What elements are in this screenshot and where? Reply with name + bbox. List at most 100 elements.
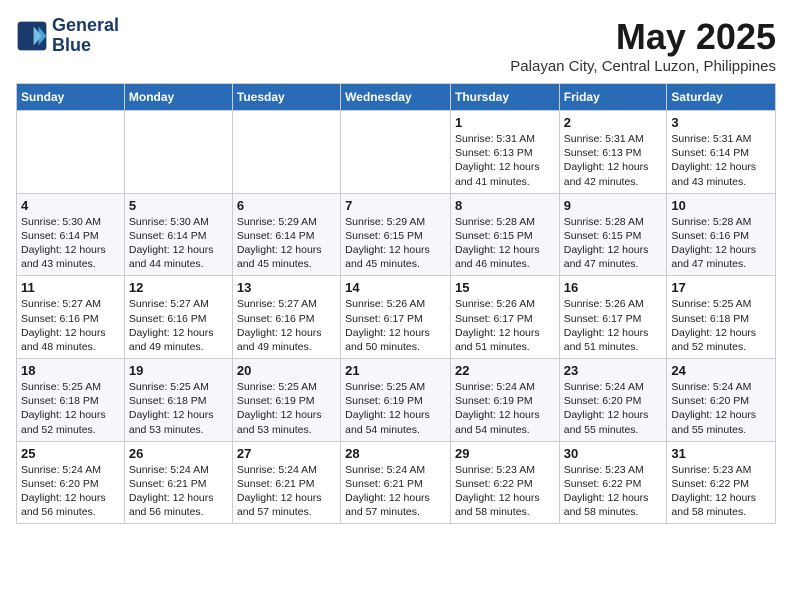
day-info: Sunrise: 5:24 AM Sunset: 6:20 PM Dayligh… xyxy=(671,380,771,437)
day-info: Sunrise: 5:31 AM Sunset: 6:14 PM Dayligh… xyxy=(671,132,771,189)
day-info: Sunrise: 5:24 AM Sunset: 6:20 PM Dayligh… xyxy=(564,380,663,437)
calendar-week-row: 11 Sunrise: 5:27 AM Sunset: 6:16 PM Dayli… xyxy=(17,276,776,359)
day-info: Sunrise: 5:25 AM Sunset: 6:18 PM Dayligh… xyxy=(129,380,228,437)
weekday-header-sunday: Sunday xyxy=(17,84,125,111)
day-info: Sunrise: 5:29 AM Sunset: 6:14 PM Dayligh… xyxy=(237,215,336,272)
logo-icon xyxy=(16,20,48,52)
day-number: 10 xyxy=(671,198,771,213)
calendar-week-row: 25Sunrise: 5:24 AM Sunset: 6:20 PM Dayli… xyxy=(17,441,776,524)
calendar-cell: 8 Sunrise: 5:28 AM Sunset: 6:15 PM Daylig… xyxy=(450,193,559,276)
calendar-header-row: SundayMondayTuesdayWednesdayThursdayFrid… xyxy=(17,84,776,111)
month-title: May 2025 xyxy=(510,16,776,58)
day-number: 3 xyxy=(671,115,771,130)
day-info: Sunrise: 5:31 AM Sunset: 6:13 PM Dayligh… xyxy=(564,132,663,189)
day-info: Sunrise: 5:24 AM Sunset: 6:21 PM Dayligh… xyxy=(345,463,446,520)
calendar-cell: 19Sunrise: 5:25 AM Sunset: 6:18 PM Dayli… xyxy=(124,359,232,442)
calendar-table: SundayMondayTuesdayWednesdayThursdayFrid… xyxy=(16,83,776,524)
calendar-cell: 21 Sunrise: 5:25 AM Sunset: 6:19 PM Dayli… xyxy=(341,359,451,442)
day-info: Sunrise: 5:27 AM Sunset: 6:16 PM Dayligh… xyxy=(129,297,228,354)
calendar-week-row: 1 Sunrise: 5:31 AM Sunset: 6:13 PM Daylig… xyxy=(17,111,776,194)
calendar-cell: 17Sunrise: 5:25 AM Sunset: 6:18 PM Dayli… xyxy=(667,276,776,359)
logo-line2: Blue xyxy=(52,36,119,56)
day-info: Sunrise: 5:31 AM Sunset: 6:13 PM Dayligh… xyxy=(455,132,555,189)
day-number: 8 xyxy=(455,198,555,213)
day-info: Sunrise: 5:25 AM Sunset: 6:19 PM Dayligh… xyxy=(237,380,336,437)
weekday-header-wednesday: Wednesday xyxy=(341,84,451,111)
day-number: 25 xyxy=(21,446,120,461)
day-number: 26 xyxy=(129,446,228,461)
calendar-cell: 24Sunrise: 5:24 AM Sunset: 6:20 PM Dayli… xyxy=(667,359,776,442)
calendar-cell: 20Sunrise: 5:25 AM Sunset: 6:19 PM Dayli… xyxy=(232,359,340,442)
day-number: 28 xyxy=(345,446,446,461)
weekday-header-tuesday: Tuesday xyxy=(232,84,340,111)
day-number: 15 xyxy=(455,280,555,295)
day-number: 5 xyxy=(129,198,228,213)
day-info: Sunrise: 5:28 AM Sunset: 6:16 PM Dayligh… xyxy=(671,215,771,272)
calendar-cell: 29 Sunrise: 5:23 AM Sunset: 6:22 PM Dayli… xyxy=(450,441,559,524)
title-area: May 2025 Palayan City, Central Luzon, Ph… xyxy=(510,16,776,75)
day-number: 1 xyxy=(455,115,555,130)
calendar-cell: 26Sunrise: 5:24 AM Sunset: 6:21 PM Dayli… xyxy=(124,441,232,524)
day-number: 2 xyxy=(564,115,663,130)
day-number: 9 xyxy=(564,198,663,213)
calendar-cell: 9 Sunrise: 5:28 AM Sunset: 6:15 PM Daylig… xyxy=(559,193,667,276)
weekday-header-saturday: Saturday xyxy=(667,84,776,111)
calendar-cell: 25Sunrise: 5:24 AM Sunset: 6:20 PM Dayli… xyxy=(17,441,125,524)
day-number: 16 xyxy=(564,280,663,295)
weekday-header-friday: Friday xyxy=(559,84,667,111)
day-number: 21 xyxy=(345,363,446,378)
day-info: Sunrise: 5:30 AM Sunset: 6:14 PM Dayligh… xyxy=(21,215,120,272)
day-number: 6 xyxy=(237,198,336,213)
day-info: Sunrise: 5:29 AM Sunset: 6:15 PM Dayligh… xyxy=(345,215,446,272)
day-info: Sunrise: 5:23 AM Sunset: 6:22 PM Dayligh… xyxy=(564,463,663,520)
calendar-week-row: 4Sunrise: 5:30 AM Sunset: 6:14 PM Daylig… xyxy=(17,193,776,276)
day-number: 29 xyxy=(455,446,555,461)
day-info: Sunrise: 5:25 AM Sunset: 6:18 PM Dayligh… xyxy=(671,297,771,354)
day-number: 23 xyxy=(564,363,663,378)
calendar-week-row: 18 Sunrise: 5:25 AM Sunset: 6:18 PM Dayli… xyxy=(17,359,776,442)
logo-line1: General xyxy=(52,16,119,36)
logo: General Blue xyxy=(16,16,119,56)
calendar-cell: 14Sunrise: 5:26 AM Sunset: 6:17 PM Dayli… xyxy=(341,276,451,359)
day-info: Sunrise: 5:28 AM Sunset: 6:15 PM Dayligh… xyxy=(455,215,555,272)
page-header: General Blue May 2025 Palayan City, Cent… xyxy=(16,16,776,75)
day-number: 13 xyxy=(237,280,336,295)
day-number: 30 xyxy=(564,446,663,461)
calendar-cell: 31Sunrise: 5:23 AM Sunset: 6:22 PM Dayli… xyxy=(667,441,776,524)
day-info: Sunrise: 5:26 AM Sunset: 6:17 PM Dayligh… xyxy=(564,297,663,354)
day-info: Sunrise: 5:25 AM Sunset: 6:18 PM Dayligh… xyxy=(21,380,120,437)
calendar-cell xyxy=(232,111,340,194)
day-number: 22 xyxy=(455,363,555,378)
calendar-cell: 3 Sunrise: 5:31 AM Sunset: 6:14 PM Daylig… xyxy=(667,111,776,194)
day-number: 12 xyxy=(129,280,228,295)
calendar-cell: 12 Sunrise: 5:27 AM Sunset: 6:16 PM Dayli… xyxy=(124,276,232,359)
day-number: 18 xyxy=(21,363,120,378)
calendar-cell: 28 Sunrise: 5:24 AM Sunset: 6:21 PM Dayli… xyxy=(341,441,451,524)
day-number: 11 xyxy=(21,280,120,295)
day-info: Sunrise: 5:28 AM Sunset: 6:15 PM Dayligh… xyxy=(564,215,663,272)
calendar-cell: 30 Sunrise: 5:23 AM Sunset: 6:22 PM Dayli… xyxy=(559,441,667,524)
day-info: Sunrise: 5:24 AM Sunset: 6:19 PM Dayligh… xyxy=(455,380,555,437)
day-info: Sunrise: 5:25 AM Sunset: 6:19 PM Dayligh… xyxy=(345,380,446,437)
weekday-header-monday: Monday xyxy=(124,84,232,111)
calendar-cell: 18 Sunrise: 5:25 AM Sunset: 6:18 PM Dayli… xyxy=(17,359,125,442)
logo-text: General Blue xyxy=(52,16,119,56)
day-info: Sunrise: 5:24 AM Sunset: 6:21 PM Dayligh… xyxy=(237,463,336,520)
calendar-cell: 15 Sunrise: 5:26 AM Sunset: 6:17 PM Dayli… xyxy=(450,276,559,359)
calendar-cell: 23 Sunrise: 5:24 AM Sunset: 6:20 PM Dayli… xyxy=(559,359,667,442)
calendar-cell: 27Sunrise: 5:24 AM Sunset: 6:21 PM Dayli… xyxy=(232,441,340,524)
day-number: 7 xyxy=(345,198,446,213)
calendar-cell: 10 Sunrise: 5:28 AM Sunset: 6:16 PM Dayli… xyxy=(667,193,776,276)
calendar-cell: 13Sunrise: 5:27 AM Sunset: 6:16 PM Dayli… xyxy=(232,276,340,359)
day-info: Sunrise: 5:26 AM Sunset: 6:17 PM Dayligh… xyxy=(345,297,446,354)
day-info: Sunrise: 5:23 AM Sunset: 6:22 PM Dayligh… xyxy=(455,463,555,520)
day-info: Sunrise: 5:23 AM Sunset: 6:22 PM Dayligh… xyxy=(671,463,771,520)
day-info: Sunrise: 5:27 AM Sunset: 6:16 PM Dayligh… xyxy=(21,297,120,354)
day-info: Sunrise: 5:26 AM Sunset: 6:17 PM Dayligh… xyxy=(455,297,555,354)
calendar-cell xyxy=(17,111,125,194)
calendar-cell: 1 Sunrise: 5:31 AM Sunset: 6:13 PM Daylig… xyxy=(450,111,559,194)
weekday-header-thursday: Thursday xyxy=(450,84,559,111)
calendar-cell: 22 Sunrise: 5:24 AM Sunset: 6:19 PM Dayli… xyxy=(450,359,559,442)
calendar-cell: 16 Sunrise: 5:26 AM Sunset: 6:17 PM Dayli… xyxy=(559,276,667,359)
calendar-cell: 6 Sunrise: 5:29 AM Sunset: 6:14 PM Daylig… xyxy=(232,193,340,276)
